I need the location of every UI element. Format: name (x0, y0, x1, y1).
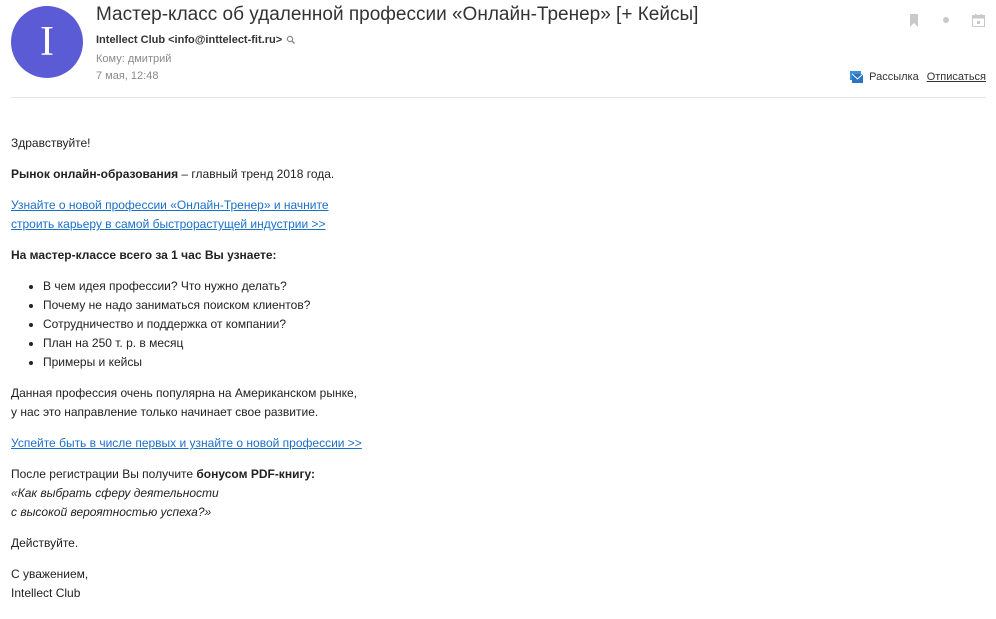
bonus-prefix: После регистрации Вы получите (11, 467, 197, 481)
list-item: Почему не надо заниматься поиском клиент… (43, 296, 911, 315)
email-date: 7 мая, 12:48 (96, 70, 159, 82)
sender-address[interactable]: Intellect Club <info@inttelect-fit.ru> (96, 34, 282, 46)
recipient-line: Кому: дмитрий (96, 53, 172, 65)
popularity-line2: у нас это направление только начинает св… (11, 405, 319, 419)
trend-paragraph: Рынок онлайн-образования – главный тренд… (11, 165, 911, 184)
profession-link-line2: строить карьеру в самой быстрорастущей и… (11, 217, 326, 231)
list-item: В чем идея профессии? Что нужно делать? (43, 277, 911, 296)
unread-dot-icon[interactable] (938, 12, 954, 28)
popularity-paragraph: Данная профессия очень популярна на Амер… (11, 384, 911, 422)
book-title-line1: «Как выбрать сферу деятельности (11, 486, 219, 500)
learn-heading: На мастер-классе всего за 1 час Вы узнае… (11, 246, 911, 265)
list-item: Примеры и кейсы (43, 353, 911, 372)
mailing-bar: Рассылка Отписаться (850, 71, 986, 83)
signature: Intellect Club (11, 586, 81, 600)
profession-link-line1: Узнайте о новой профессии «Онлайн-Тренер… (11, 198, 329, 212)
list-item: Сотрудничество и поддержка от компании? (43, 315, 911, 334)
bonus-bold: бонусом PDF-книгу: (196, 467, 315, 481)
list-item: План на 250 т. р. в месяц (43, 334, 911, 353)
profession-link[interactable]: Узнайте о новой профессии «Онлайн-Тренер… (11, 198, 329, 231)
trend-bold: Рынок онлайн-образования (11, 167, 179, 181)
first-link-paragraph: Успейте быть в числе первых и узнайте о … (11, 434, 911, 453)
message-header: I Мастер-класс об удаленной профессии «О… (0, 0, 996, 98)
call-to-action: Действуйте. (11, 536, 79, 550)
bonus-paragraph: После регистрации Вы получите бонусом PD… (11, 465, 911, 522)
sender-line[interactable]: Intellect Club <info@inttelect-fit.ru> (96, 34, 296, 46)
email-subject: Мастер-класс об удаленной профессии «Онл… (96, 4, 699, 25)
calendar-icon[interactable] (970, 12, 986, 28)
message-actions (890, 12, 986, 28)
greeting: Здравствуйте! (11, 136, 91, 150)
email-body: Здравствуйте! Рынок онлайн-образования –… (11, 134, 911, 615)
unsubscribe-link[interactable]: Отписаться (927, 71, 986, 83)
header-divider (11, 97, 986, 98)
trend-text: – главный тренд 2018 года. (178, 167, 335, 181)
sender-avatar[interactable]: I (11, 6, 83, 78)
mailing-label: Рассылка (869, 71, 919, 83)
search-icon[interactable] (286, 35, 296, 45)
mailing-list-icon (850, 71, 864, 83)
signature-block: С уважением, Intellect Club (11, 565, 911, 603)
popularity-line1: Данная профессия очень популярна на Амер… (11, 386, 357, 400)
book-title-line2: с высокой вероятностью успеха?» (11, 505, 212, 519)
learn-heading-text: На мастер-классе всего за 1 час Вы узнае… (11, 248, 277, 262)
profession-link-paragraph: Узнайте о новой профессии «Онлайн-Тренер… (11, 196, 911, 234)
topics-list: В чем идея профессии? Что нужно делать? … (11, 277, 911, 372)
be-first-link[interactable]: Успейте быть в числе первых и узнайте о … (11, 436, 362, 450)
regards: С уважением, (11, 567, 89, 581)
bookmark-icon[interactable] (906, 12, 922, 28)
